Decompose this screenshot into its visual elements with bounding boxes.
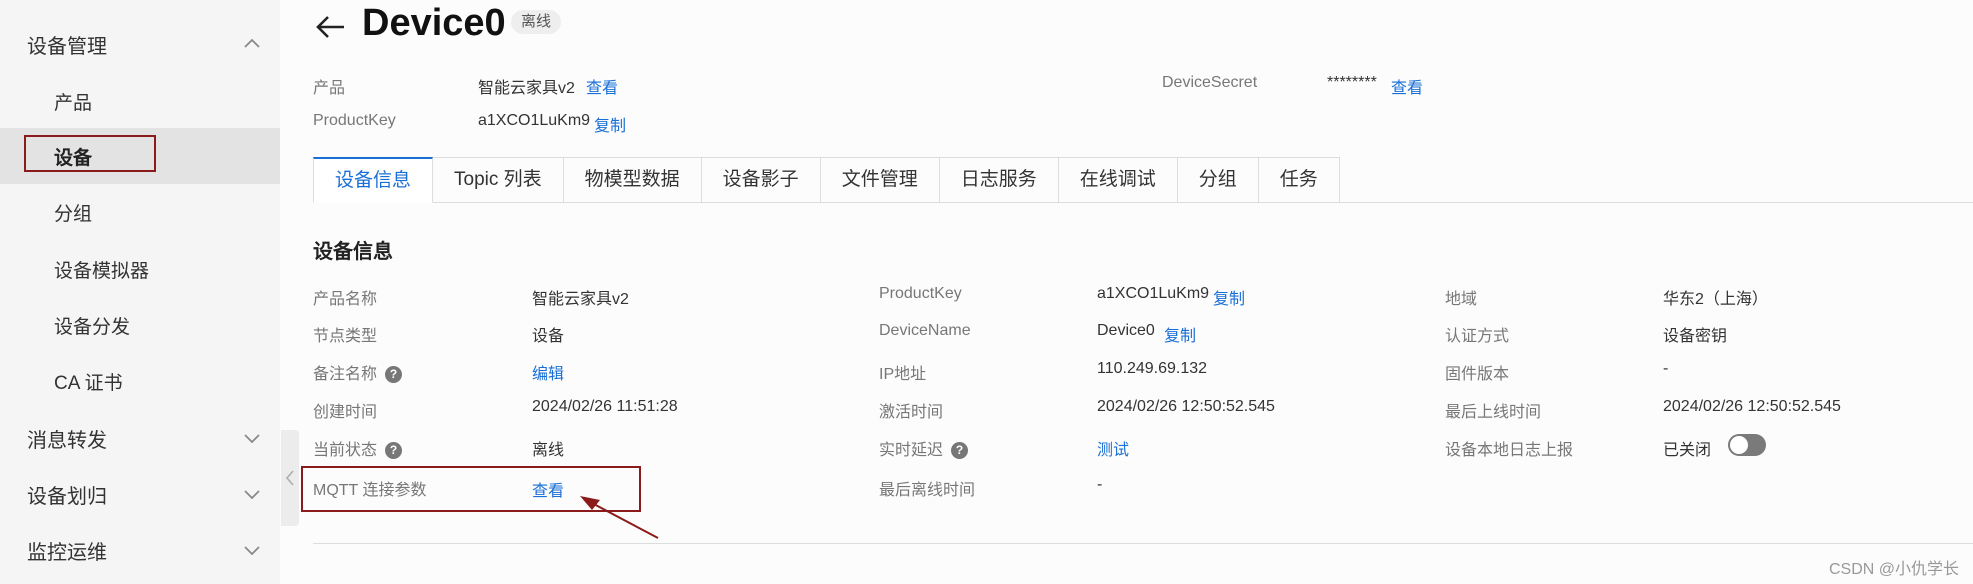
region-label: 地域 (1445, 291, 1478, 308)
latency-text: 实时延迟 (879, 442, 944, 459)
devicename-value: Device0 (1097, 322, 1155, 339)
remark-edit-link[interactable]: 编辑 (532, 360, 564, 384)
last-offline-value: - (1097, 476, 1103, 493)
tab-bar: 设备信息 Topic 列表 物模型数据 设备影子 文件管理 日志服务 在线调试 … (313, 157, 1340, 203)
watermark: CSDN @小仇学长 (1828, 561, 1959, 578)
local-log-label: 设备本地日志上报 (1445, 442, 1574, 459)
devicename-copy-link[interactable]: 复制 (1164, 322, 1196, 346)
remark-name-text: 备注名称 (313, 366, 378, 383)
chevron-down-icon (244, 434, 260, 444)
current-status-label: 当前状态? (313, 436, 403, 460)
divider (313, 543, 1973, 544)
section-title: 设备信息 (313, 241, 393, 263)
page-title: Device0 (362, 2, 506, 44)
pk-copy-link[interactable]: 复制 (1213, 285, 1245, 309)
productkey-label: ProductKey (313, 112, 396, 129)
annotation-highlight-box (24, 135, 156, 172)
sidebar-item-product[interactable]: 产品 (0, 73, 280, 129)
sidebar-group-message-forwarding[interactable]: 消息转发 (0, 410, 280, 466)
product-name-label: 产品名称 (313, 291, 378, 308)
sidebar-group-device-assignment[interactable]: 设备划归 (0, 466, 280, 522)
activation-time-label: 激活时间 (879, 404, 944, 421)
status-badge: 离线 (511, 10, 562, 34)
current-status-text: 当前状态 (313, 442, 378, 459)
productkey-value: a1XCO1LuKm9 (478, 112, 591, 129)
latency-label: 实时延迟? (879, 436, 969, 460)
devicename-label: DeviceName (879, 322, 971, 339)
sidebar-item-label: 分组 (54, 203, 93, 225)
tab-topic-list[interactable]: Topic 列表 (433, 157, 564, 203)
help-icon[interactable]: ? (385, 366, 403, 384)
local-log-value: 已关闭 (1663, 442, 1712, 459)
activation-time-value: 2024/02/26 12:50:52.545 (1097, 398, 1275, 415)
chevron-down-icon (244, 546, 260, 556)
sidebar-group-label: 监控运维 (27, 541, 107, 564)
ip-label: IP地址 (879, 366, 927, 383)
product-value: 智能云家具v2 (478, 80, 575, 97)
devicesecret-value: ******** (1327, 74, 1377, 91)
node-type-label: 节点类型 (313, 328, 378, 345)
help-icon[interactable]: ? (951, 442, 969, 460)
sidebar-group-monitoring[interactable]: 监控运维 (0, 522, 280, 578)
sidebar-item-label: 产品 (54, 92, 93, 114)
sidebar-item-ca-cert[interactable]: CA 证书 (0, 353, 280, 409)
chevron-down-icon (244, 490, 260, 500)
sidebar-item-label: CA 证书 (54, 372, 123, 394)
sidebar-item-group[interactable]: 分组 (0, 184, 280, 240)
tab-file-management[interactable]: 文件管理 (820, 157, 940, 203)
tab-device-info[interactable]: 设备信息 (313, 157, 434, 203)
tab-thing-model-data[interactable]: 物模型数据 (563, 157, 702, 203)
created-time-value: 2024/02/26 11:51:28 (532, 398, 678, 415)
tab-log-service[interactable]: 日志服务 (939, 157, 1059, 203)
product-label: 产品 (313, 80, 346, 97)
last-online-label: 最后上线时间 (1445, 404, 1542, 421)
current-status-value: 离线 (532, 442, 565, 459)
local-log-toggle[interactable] (1728, 434, 1766, 456)
tab-device-shadow[interactable]: 设备影子 (701, 157, 821, 203)
ip-value: 110.249.69.132 (1097, 360, 1208, 377)
help-icon[interactable]: ? (385, 442, 403, 460)
sidebar-item-label: 设备分发 (54, 316, 131, 338)
annotation-arrow (580, 496, 659, 539)
product-name-value: 智能云家具v2 (532, 291, 629, 308)
chevron-up-icon (244, 38, 260, 48)
sidebar-item-distribution[interactable]: 设备分发 (0, 297, 280, 353)
sidebar-group-label: 消息转发 (27, 429, 107, 452)
product-view-link[interactable]: 查看 (586, 74, 618, 98)
last-online-value: 2024/02/26 12:50:52.545 (1663, 398, 1841, 415)
remark-name-label: 备注名称? (313, 360, 403, 384)
devicesecret-view-link[interactable]: 查看 (1391, 74, 1423, 98)
node-type-value: 设备 (532, 328, 565, 345)
tab-groups[interactable]: 分组 (1177, 157, 1259, 203)
toggle-knob (1730, 436, 1748, 454)
firmware-value: - (1663, 360, 1669, 377)
main-content: Device0 离线 产品 智能云家具v2 查看 DeviceSecret **… (280, 0, 1973, 584)
devicesecret-label: DeviceSecret (1162, 74, 1258, 91)
tab-online-debug[interactable]: 在线调试 (1058, 157, 1178, 203)
pk-label: ProductKey (879, 285, 962, 302)
sidebar-group-label: 设备划归 (27, 485, 107, 508)
last-offline-label: 最后离线时间 (879, 482, 976, 499)
sidebar-item-simulator[interactable]: 设备模拟器 (0, 241, 280, 297)
latency-test-link[interactable]: 测试 (1097, 436, 1129, 460)
created-time-label: 创建时间 (313, 404, 378, 421)
auth-method-value: 设备密钥 (1663, 328, 1728, 345)
auth-method-label: 认证方式 (1445, 328, 1510, 345)
productkey-copy-link[interactable]: 复制 (594, 112, 626, 136)
tab-tasks[interactable]: 任务 (1258, 157, 1340, 203)
pk-value: a1XCO1LuKm9 (1097, 285, 1210, 302)
sidebar: 设备管理 产品 设备 分组 设备模拟器 设备分发 CA 证书 消息转发 设备划归… (0, 0, 280, 584)
back-arrow-icon[interactable] (314, 10, 348, 44)
sidebar-group-label: 设备管理 (27, 35, 107, 58)
sidebar-group-device-management[interactable]: 设备管理 (0, 16, 280, 72)
region-value: 华东2（上海） (1663, 291, 1768, 308)
sidebar-item-label: 设备模拟器 (54, 260, 150, 282)
firmware-label: 固件版本 (1445, 366, 1510, 383)
